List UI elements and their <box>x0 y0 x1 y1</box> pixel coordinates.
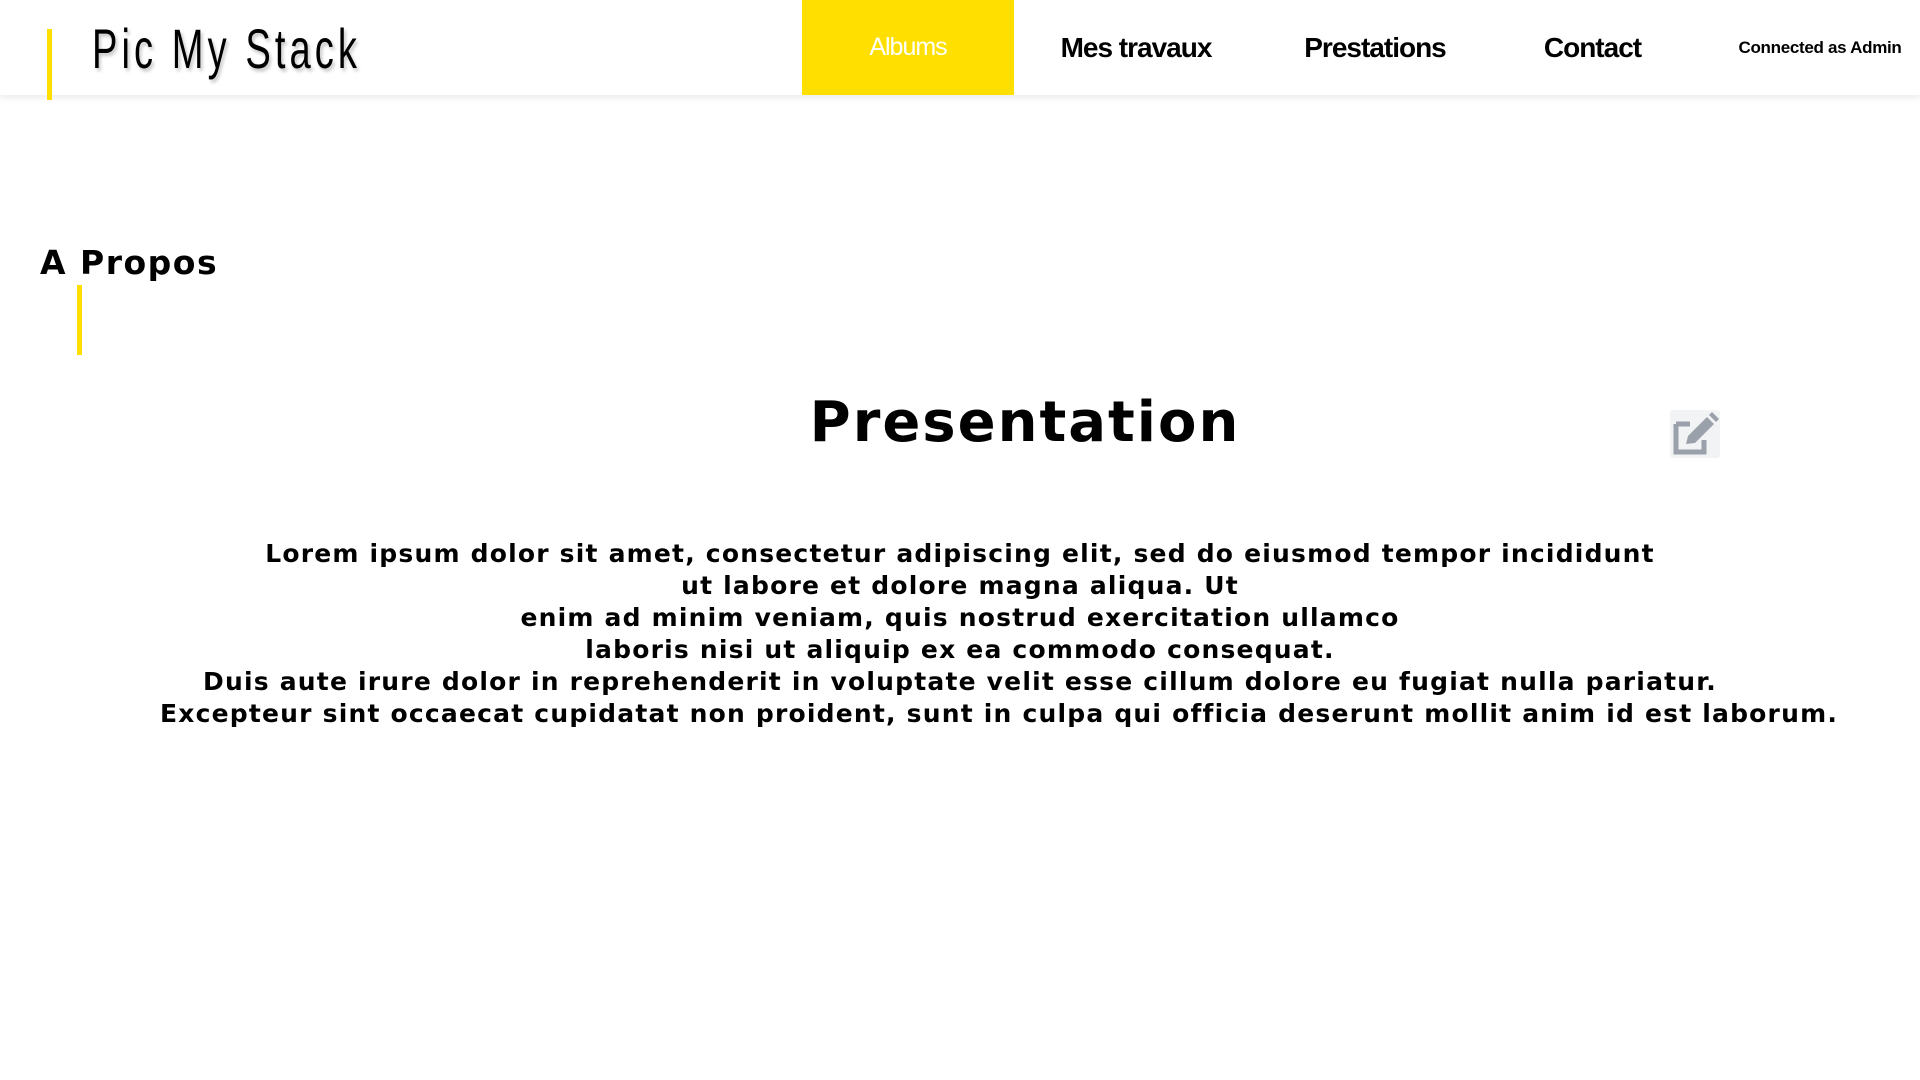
presentation-line: Duis aute irure dolor in reprehenderit i… <box>203 667 1717 696</box>
nav-item-prestations[interactable]: Prestations <box>1290 0 1460 95</box>
presentation-line: Excepteur sint occaecat cupidatat non pr… <box>160 699 1839 728</box>
main-nav: Albums Mes travaux Prestations Contact <box>0 0 1920 95</box>
section-accent-bar <box>77 285 82 355</box>
site-header: Pic My Stack Albums Mes travaux Prestati… <box>0 0 1920 100</box>
presentation-title: Presentation <box>809 390 1241 455</box>
presentation-line: Lorem ipsum dolor sit amet, consectetur … <box>265 539 1655 568</box>
edit-button[interactable] <box>1670 410 1720 458</box>
nav-item-mes-travaux[interactable]: Mes travaux <box>1050 0 1222 95</box>
presentation-line: laboris nisi ut aliquip ex ea commodo co… <box>585 635 1335 664</box>
presentation-line: ut labore et dolore magna aliqua. Ut <box>681 571 1239 600</box>
page: Pic My Stack Albums Mes travaux Prestati… <box>0 0 1920 1080</box>
nav-item-albums[interactable]: Albums <box>802 0 1014 95</box>
section-title: A Propos <box>40 243 219 282</box>
edit-icon <box>1670 410 1720 458</box>
user-status[interactable]: Connected as Admin <box>1720 0 1920 95</box>
presentation-text: Lorem ipsum dolor sit amet, consectetur … <box>160 538 1839 730</box>
nav-item-contact[interactable]: Contact <box>1530 0 1655 95</box>
presentation-line: enim ad minim veniam, quis nostrud exerc… <box>520 603 1400 632</box>
